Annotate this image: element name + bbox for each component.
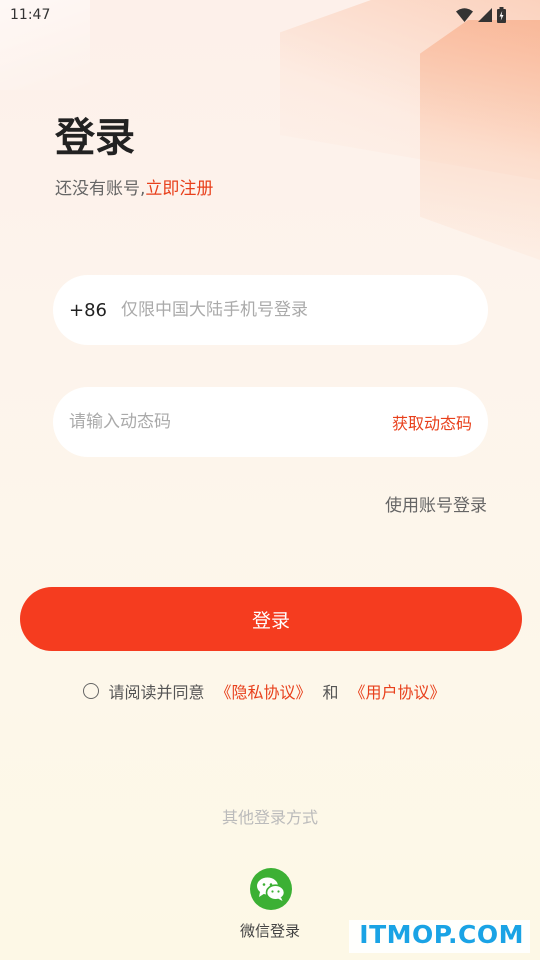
user-agreement-link[interactable]: 《用户协议》 [350,679,446,703]
page-title: 登录 [55,115,135,161]
account-login-link[interactable]: 使用账号登录 [385,491,487,516]
status-bar: 11:47 [0,0,540,30]
status-time: 11:47 [10,7,51,23]
status-icons [456,7,506,23]
register-link[interactable]: 立即注册 [145,174,213,199]
agreement-conjunction: 和 [322,683,339,702]
get-code-button[interactable]: 获取动态码 [392,410,472,434]
country-code[interactable]: +86 [69,300,107,321]
battery-icon [497,7,506,23]
phone-input[interactable] [121,300,472,320]
phone-field[interactable]: +86 [53,275,488,345]
wechat-login-button[interactable] [250,868,292,910]
login-button[interactable]: 登录 [20,587,522,651]
watermark: ITMOP.COM [349,920,530,953]
wechat-icon [257,877,286,901]
wifi-icon [456,8,473,22]
register-prompt: 还没有账号, 立即注册 [55,174,213,199]
background-decoration-small [420,20,540,260]
agreement-row: 请阅读并同意 《隐私协议》 和 《用户协议》 [0,679,540,703]
privacy-link[interactable]: 《隐私协议》 [215,679,311,703]
agreement-radio[interactable] [83,683,100,699]
code-field[interactable]: 获取动态码 [53,387,488,457]
signal-icon [478,8,492,22]
other-login-label: 其他登录方式 [221,808,318,827]
register-prompt-text: 还没有账号, [55,179,146,199]
agreement-text: 请阅读并同意 [108,683,205,702]
code-input[interactable] [69,412,392,432]
